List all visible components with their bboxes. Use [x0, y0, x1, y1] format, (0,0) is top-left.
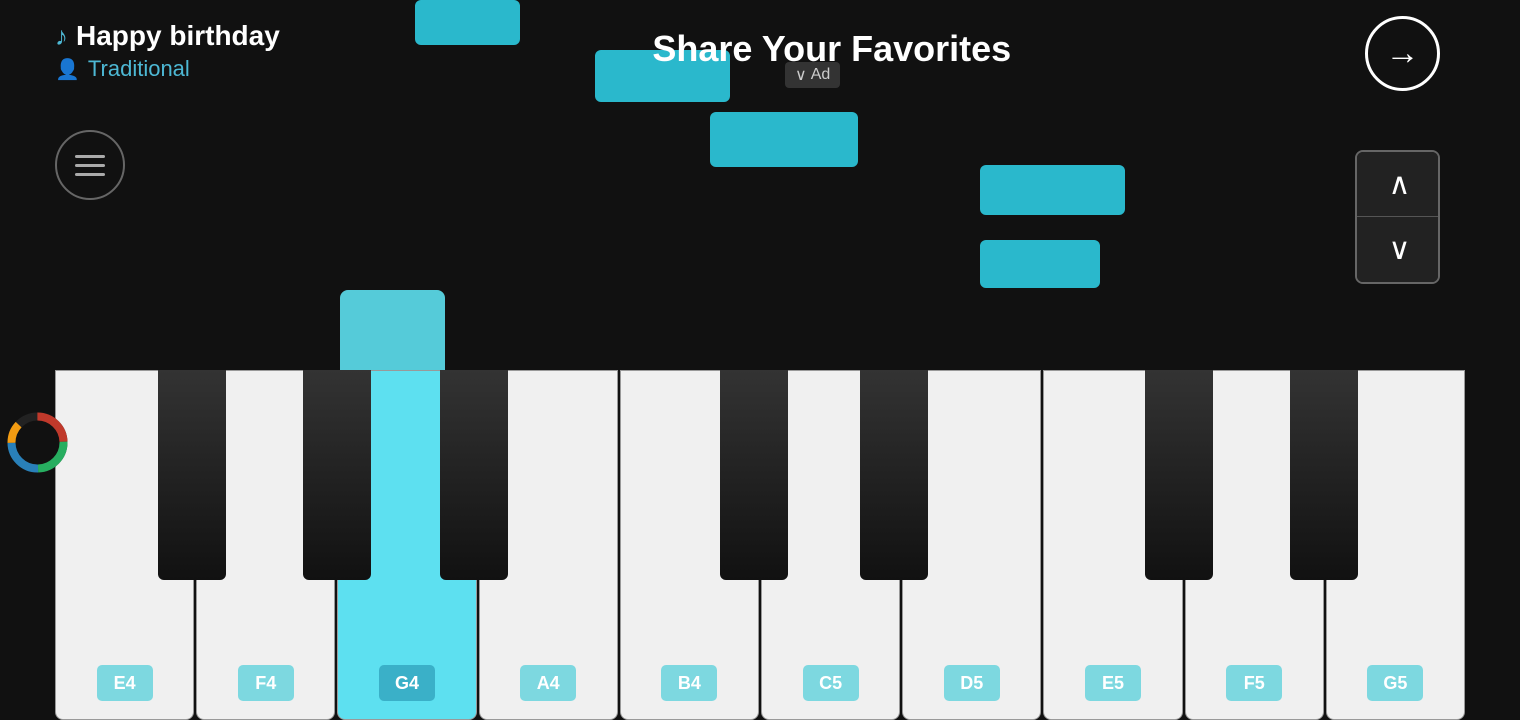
- key-label-e5: E5: [1085, 665, 1141, 701]
- scroll-up-button[interactable]: ∧: [1357, 152, 1440, 217]
- key-label-d5: D5: [944, 665, 1000, 701]
- song-artist-text: Traditional: [88, 56, 190, 82]
- key-label-a4: A4: [520, 665, 576, 701]
- hamburger-icon: [75, 155, 105, 176]
- key-label-c5: C5: [803, 665, 859, 701]
- arrow-right-button[interactable]: →: [1365, 16, 1440, 91]
- song-info: ♪ Happy birthday 👤 Traditional: [55, 20, 280, 82]
- chevron-down-icon: ∨: [1389, 232, 1411, 267]
- scroll-buttons-container: ∧ ∨: [1355, 150, 1440, 284]
- ad-badge: ∨ Ad: [785, 62, 840, 88]
- falling-note: [980, 240, 1100, 288]
- key-label-f5: F5: [1226, 665, 1282, 701]
- falling-note: [415, 0, 520, 45]
- key-label-g5: G5: [1367, 665, 1423, 701]
- song-title-text: Happy birthday: [76, 20, 280, 52]
- app-container: ♪ Happy birthday 👤 Traditional: [0, 0, 1520, 720]
- black-key-ds5[interactable]: [860, 370, 928, 580]
- ad-label: Ad: [811, 66, 831, 84]
- chevron-up-icon: ∧: [1389, 167, 1411, 202]
- falling-note: [710, 112, 858, 167]
- key-label-g4: G4: [379, 665, 435, 701]
- black-key-fs5[interactable]: [1145, 370, 1213, 580]
- key-label-e4: E4: [97, 665, 153, 701]
- arrow-right-icon: →: [1386, 34, 1420, 73]
- key-label-f4: F4: [238, 665, 294, 701]
- menu-button[interactable]: [55, 130, 125, 200]
- piano-area: E4 F4 G4 A4 B4 C5 D5 E5: [0, 370, 1520, 720]
- song-artist: 👤 Traditional: [55, 56, 280, 82]
- active-falling-note: [340, 290, 445, 370]
- black-key-gs5[interactable]: [1290, 370, 1358, 580]
- music-note-icon: ♪: [55, 21, 68, 52]
- song-title: ♪ Happy birthday: [55, 20, 280, 52]
- key-label-b4: B4: [661, 665, 717, 701]
- black-key-gs4[interactable]: [303, 370, 371, 580]
- ad-chevron: ∨: [795, 65, 807, 85]
- progress-ring: [5, 410, 70, 475]
- falling-note: [980, 165, 1125, 215]
- scroll-down-button[interactable]: ∨: [1357, 217, 1440, 282]
- black-key-cs5[interactable]: [720, 370, 788, 580]
- black-key-fs4[interactable]: [158, 370, 226, 580]
- black-key-as4[interactable]: [440, 370, 508, 580]
- person-icon: 👤: [55, 57, 80, 82]
